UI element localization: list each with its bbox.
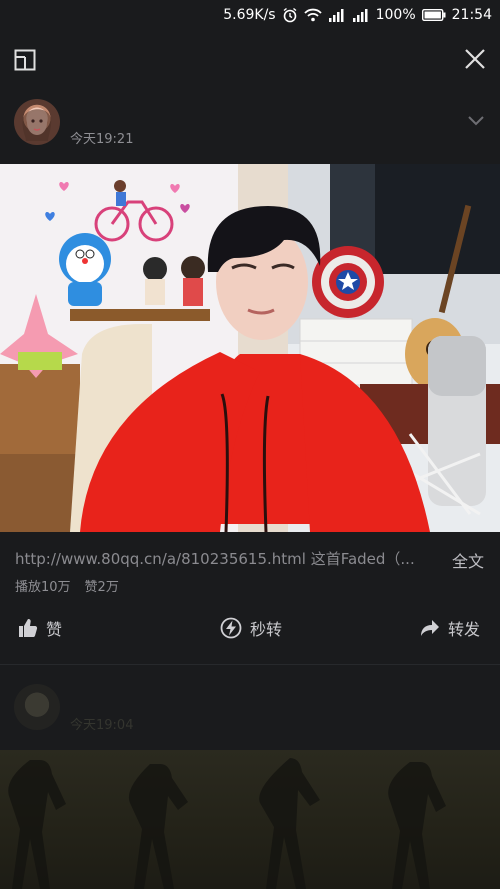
action-bar: 赞 秒转 转发	[0, 612, 500, 646]
thumbs-up-icon	[18, 618, 38, 638]
dancers-image	[8, 758, 446, 889]
caption-row: http://www.80qq.cn/a/810235615.html 这首Fa…	[0, 546, 500, 572]
mini-window-icon[interactable]	[14, 49, 36, 71]
network-speed: 5.69K/s	[223, 7, 276, 23]
post-stats: 播放10万 赞2万	[15, 576, 119, 595]
repost-label: 转发	[448, 620, 481, 639]
repost-button[interactable]: 转发	[420, 616, 480, 640]
next-post-avatar[interactable]	[14, 684, 60, 730]
quick-repost-label: 秒转	[250, 620, 283, 639]
video-frame	[0, 164, 500, 532]
video-player[interactable]	[0, 164, 500, 532]
top-bar	[0, 36, 500, 82]
next-post-thumbnail[interactable]	[0, 750, 500, 889]
next-post[interactable]: 今天19:04	[0, 666, 500, 889]
alarm-icon	[282, 7, 298, 23]
clock: 21:54	[451, 7, 492, 23]
divider	[0, 664, 500, 665]
quick-repost-button[interactable]: 秒转	[220, 616, 282, 640]
lightning-icon	[220, 617, 242, 639]
post-time: 今天19:21	[70, 132, 134, 147]
next-post-time: 今天19:04	[70, 718, 134, 733]
signal-icon-2	[352, 8, 370, 22]
chevron-down-icon[interactable]	[466, 113, 486, 127]
like-label: 赞	[46, 620, 63, 639]
battery-percent: 100%	[375, 7, 416, 23]
full-text-button[interactable]: 全文	[452, 548, 484, 572]
post-caption-link[interactable]: http://www.80qq.cn/a/810235615.html 这首Fa…	[15, 548, 435, 569]
like-count: 赞2万	[84, 580, 119, 595]
battery-icon	[421, 9, 446, 21]
share-arrow-icon	[420, 619, 440, 637]
wifi-icon	[303, 8, 322, 22]
signal-icon	[328, 8, 346, 22]
play-count: 播放10万	[15, 580, 71, 595]
post-header: 今天19:21	[0, 95, 500, 151]
status-bar: 5.69K/s 100% 21:54	[0, 0, 500, 30]
avatar[interactable]	[14, 99, 60, 145]
shield-decoration	[312, 246, 384, 318]
close-icon[interactable]	[462, 46, 488, 72]
like-button[interactable]: 赞	[18, 616, 62, 640]
